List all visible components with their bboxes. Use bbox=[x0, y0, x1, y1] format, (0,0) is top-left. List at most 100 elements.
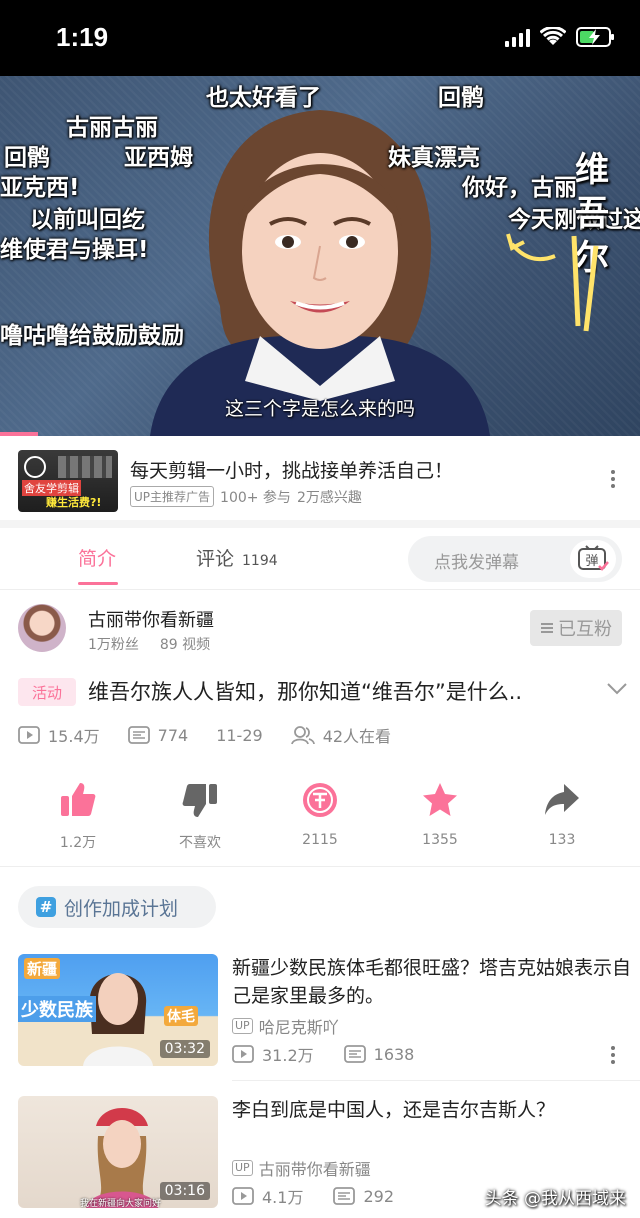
hashtag-icon: # bbox=[36, 897, 56, 917]
dislike-button[interactable]: 不喜欢 bbox=[150, 780, 250, 852]
danmaku-comment: 回鹘 bbox=[438, 85, 484, 111]
thumb-text: 体毛 bbox=[164, 1006, 198, 1026]
watching-count: 42人在看 bbox=[322, 727, 392, 746]
dislike-label: 不喜欢 bbox=[179, 835, 221, 851]
avatar[interactable] bbox=[18, 604, 66, 652]
menu-icon bbox=[541, 623, 553, 633]
uploader-name[interactable]: 哈尼克斯吖 bbox=[259, 1014, 339, 1038]
share-arrow-icon bbox=[545, 784, 579, 815]
thumb-caption: 我在新疆向大家问好 bbox=[80, 1199, 162, 1208]
ad-title[interactable]: 每天剪辑一小时，挑战接单养活自己！ bbox=[130, 456, 453, 483]
uploader-info[interactable]: 古丽带你看新疆 1万粉丝 89 视频 已互粉 bbox=[0, 598, 640, 662]
view-count: 4.1万 bbox=[262, 1188, 304, 1207]
battery-charging-icon bbox=[576, 27, 614, 47]
activity-tag[interactable]: 活动 bbox=[18, 678, 76, 706]
section-divider bbox=[0, 866, 640, 867]
wifi-icon bbox=[540, 27, 566, 45]
creation-plan-label: 创作加成计划 bbox=[64, 897, 179, 920]
video-title: 维吾尔族人人皆知，那你知道“维吾尔”是什么.. bbox=[88, 680, 523, 704]
danmaku-comment: 回鹘 bbox=[4, 145, 50, 171]
danmaku-count-icon bbox=[343, 1045, 366, 1063]
video-title: 李白到底是中国人，还是吉尔吉斯人？ bbox=[232, 1099, 556, 1121]
thumbnail-person-image bbox=[86, 1108, 158, 1208]
more-options-icon[interactable] bbox=[610, 1046, 616, 1064]
tab-intro[interactable]: 简介 bbox=[78, 544, 116, 571]
ad-meta: UP主推荐广告 100+ 参与 2万感兴趣 bbox=[130, 486, 362, 507]
ad-thumbnail[interactable]: 舍友学剪辑 赚生活费?! bbox=[18, 450, 118, 512]
star-icon bbox=[423, 783, 457, 816]
danmaku-input-placeholder: 点我发弹幕 bbox=[434, 553, 519, 573]
danmaku-count: 292 bbox=[363, 1186, 394, 1206]
ad-interested: 2万感兴趣 bbox=[296, 489, 362, 506]
thumb-text: 少数民族 bbox=[18, 996, 96, 1022]
list-divider bbox=[232, 1080, 640, 1081]
view-count: 15.4万 bbox=[48, 727, 100, 746]
danmaku-comment: 妹真漂亮 bbox=[388, 145, 480, 171]
danmaku-comment: 亚克西! bbox=[0, 175, 80, 201]
video-duration: 03:16 bbox=[159, 1182, 210, 1200]
danmaku-comment: 古丽古丽 bbox=[66, 115, 158, 141]
list-item[interactable]: 新疆 少数民族 体毛 03:32 新疆少数民族体毛都很旺盛？塔吉克姑娘表示自己是… bbox=[0, 954, 640, 1081]
stripe-doodle-icon bbox=[571, 235, 599, 332]
share-button[interactable]: 133 bbox=[512, 780, 612, 848]
mutual-follow-button[interactable]: 已互粉 bbox=[530, 610, 622, 646]
cellular-signal-icon bbox=[505, 27, 530, 47]
danmaku-count-icon bbox=[333, 1187, 356, 1205]
video-uploader: UP 古丽带你看新疆 bbox=[232, 1156, 371, 1180]
danmaku-comment: 你好，古丽 bbox=[462, 175, 577, 201]
coin-button[interactable]: 2115 bbox=[270, 780, 370, 848]
danmaku-comment: 维使君与操耳! bbox=[0, 237, 149, 263]
video-player[interactable]: 也太好看了 回鹘 古丽古丽 回鹘 亚西姆 妹真漂亮 亚克西! 你好，古丽 以前叫… bbox=[0, 76, 640, 436]
video-thumbnail[interactable]: 新疆 少数民族 体毛 03:32 bbox=[18, 954, 218, 1066]
tab-comments-label: 评论 bbox=[196, 548, 235, 570]
coin-icon bbox=[303, 783, 337, 817]
video-stats: 31.2万 1638 bbox=[232, 1042, 414, 1066]
arrow-doodle-icon bbox=[506, 233, 556, 261]
share-count: 133 bbox=[548, 832, 576, 848]
coin-count: 2115 bbox=[302, 832, 338, 848]
danmaku-count-icon bbox=[127, 726, 150, 744]
play-count-icon bbox=[232, 1187, 254, 1205]
thumbs-up-icon bbox=[61, 783, 96, 816]
danmaku-icon-char: 弹 bbox=[585, 554, 598, 569]
more-options-icon[interactable] bbox=[610, 470, 616, 488]
favorite-count: 1355 bbox=[422, 832, 458, 848]
up-badge: UP bbox=[232, 1160, 253, 1176]
play-count-icon bbox=[18, 726, 40, 744]
danmaku-comment: 以前叫回纥 bbox=[30, 207, 145, 233]
thumb-text: 新疆 bbox=[24, 958, 61, 979]
video-title-row[interactable]: 活动 维吾尔族人人皆知，那你知道“维吾尔”是什么.. bbox=[18, 676, 628, 710]
danmaku-input[interactable]: 点我发弹幕 弹 bbox=[408, 536, 622, 582]
publish-date: 11-29 bbox=[216, 725, 263, 745]
like-count: 1.2万 bbox=[59, 835, 97, 851]
like-button[interactable]: 1.2万 bbox=[28, 780, 128, 852]
creation-plan-chip[interactable]: # 创作加成计划 bbox=[18, 886, 216, 928]
danmaku-comment: 亚西姆 bbox=[124, 145, 193, 171]
uploader-name[interactable]: 古丽带你看新疆 bbox=[88, 606, 214, 632]
follow-button-label: 已互粉 bbox=[558, 619, 612, 640]
chevron-down-icon[interactable] bbox=[606, 682, 628, 696]
status-bar: 1:19 bbox=[0, 0, 640, 76]
ad-participants: 100+ 参与 bbox=[220, 489, 291, 506]
danmaku-comment: 也太好看了 bbox=[206, 85, 321, 111]
ad-banner[interactable]: 舍友学剪辑 赚生活费?! 每天剪辑一小时，挑战接单养活自己！ UP主推荐广告 1… bbox=[0, 436, 640, 528]
uploader-videos: 89 视频 bbox=[159, 637, 211, 653]
danmaku-settings-icon[interactable]: 弹 bbox=[570, 540, 616, 578]
status-icons bbox=[505, 26, 616, 48]
danmaku-comment: 噜咕噜给鼓励鼓励 bbox=[0, 323, 184, 349]
watching-icon bbox=[290, 726, 315, 745]
view-count: 31.2万 bbox=[262, 1046, 314, 1065]
ad-badge: UP主推荐广告 bbox=[130, 486, 215, 507]
favorite-button[interactable]: 1355 bbox=[390, 780, 490, 848]
video-subtitle: 这三个字是怎么来的吗 bbox=[224, 398, 415, 420]
comment-count: 1194 bbox=[242, 553, 278, 569]
ad-thumb-text-bottom: 赚生活费?! bbox=[46, 496, 102, 509]
uploader-stats: 1万粉丝 89 视频 bbox=[88, 634, 210, 654]
uploader-fans: 1万粉丝 bbox=[88, 637, 139, 653]
video-uploader: UP 哈尼克斯吖 bbox=[232, 1014, 339, 1038]
tab-indicator bbox=[78, 582, 118, 585]
video-thumbnail[interactable]: 我在新疆向大家问好 03:16 bbox=[18, 1096, 218, 1208]
uploader-name[interactable]: 古丽带你看新疆 bbox=[259, 1156, 371, 1180]
tab-comments[interactable]: 评论 1194 bbox=[196, 544, 278, 571]
status-time: 1:19 bbox=[56, 22, 109, 52]
